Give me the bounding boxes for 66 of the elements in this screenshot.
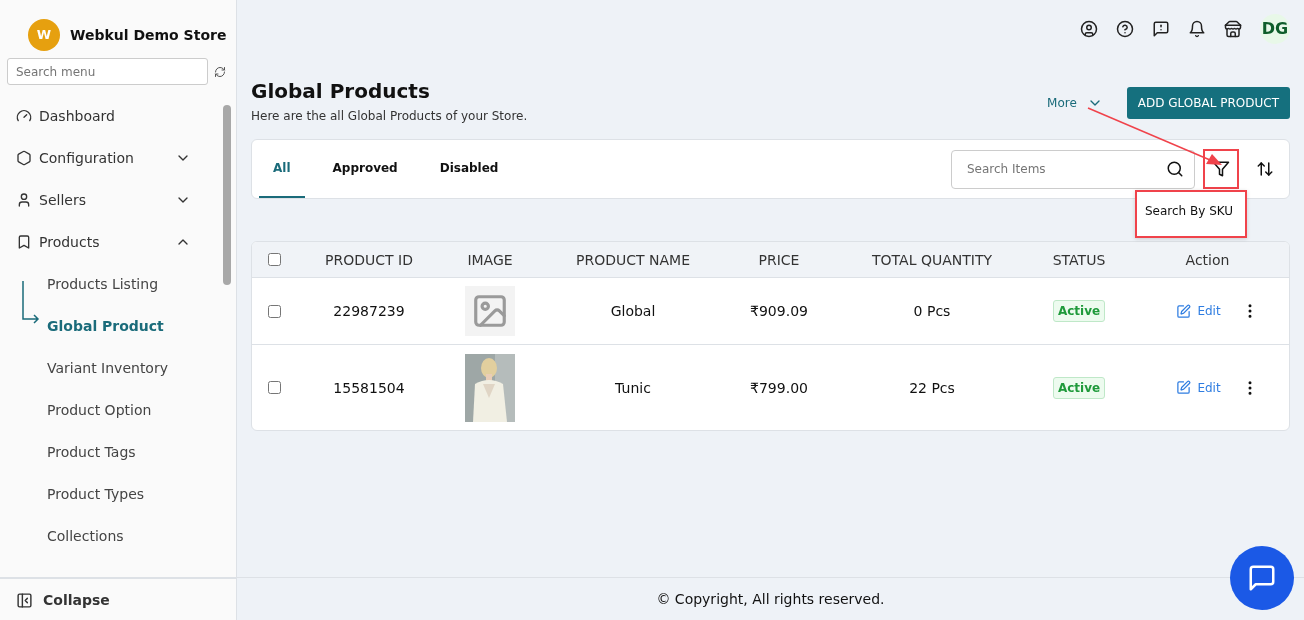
filter-tooltip[interactable]: Search By SKU (1135, 190, 1247, 238)
table-cell-text: Global (609, 303, 657, 319)
column-header: TOTAL QUANTITY (871, 251, 993, 268)
nav-subitem[interactable]: Product Tags (0, 431, 221, 473)
nav-subitem[interactable]: Variant Inventory (0, 347, 221, 389)
add-global-product-button[interactable]: ADD GLOBAL PRODUCT (1126, 87, 1290, 119)
tab[interactable]: All (259, 140, 305, 198)
more-button[interactable]: More (1047, 95, 1103, 111)
store-icon[interactable] (1224, 19, 1242, 38)
column-header: PRICE (757, 251, 801, 268)
image-placeholder-icon (465, 286, 515, 336)
user-avatar[interactable]: DG (1260, 13, 1290, 44)
sort-icon (1256, 160, 1274, 178)
status-badge: Active (1052, 300, 1106, 322)
nav-subitem[interactable]: Product Option (0, 389, 221, 431)
row-checkbox[interactable] (268, 304, 281, 318)
edit-icon (1176, 303, 1192, 319)
user-circle-icon[interactable] (1080, 19, 1098, 38)
nav-subitem[interactable]: Products Listing (0, 263, 221, 305)
bell-icon[interactable] (1188, 19, 1206, 38)
edit-icon (1176, 380, 1192, 395)
row-checkbox[interactable] (268, 381, 281, 394)
copyright-text: © Copyright, All rights reserved. (655, 590, 886, 609)
select-all-checkbox[interactable] (268, 253, 281, 266)
collapse-button[interactable]: Collapse (0, 578, 236, 620)
table-cell-text: Tunic (614, 379, 652, 396)
table-cell-text: 22 Pcs (908, 379, 956, 396)
table-cell-text: ₹909.09 (749, 303, 809, 319)
table-cell-text: ₹799.00 (749, 379, 809, 396)
nav-item[interactable]: Sellers (0, 179, 221, 221)
refresh-icon[interactable] (214, 65, 226, 78)
column-header: STATUS (1051, 251, 1107, 268)
edit-button[interactable]: Edit (1176, 380, 1221, 395)
filter-icon (1212, 160, 1230, 178)
hexagon-icon (16, 150, 32, 166)
column-header: PRODUCT NAME (575, 251, 691, 268)
search-items-field[interactable]: Search Items (951, 149, 1195, 189)
column-header: IMAGE (466, 251, 514, 268)
store-name: Webkul Demo Store (70, 26, 227, 43)
page-subtitle: Here are the all Global Products of your Store. (251, 109, 528, 123)
tab[interactable]: Approved (318, 140, 412, 198)
filter-button[interactable] (1203, 149, 1239, 189)
status-badge: Active (1052, 376, 1106, 399)
edit-button[interactable]: Edit (1176, 303, 1221, 319)
nav-subitem[interactable]: Collections (0, 515, 221, 557)
nav-item[interactable]: Configuration (0, 137, 221, 179)
bookmark-icon (16, 234, 32, 250)
search-icon[interactable] (1166, 160, 1184, 178)
gauge-icon (16, 108, 32, 124)
nav-item[interactable]: Products (0, 221, 221, 263)
search-menu-field[interactable]: Search menu (7, 58, 208, 85)
column-header: Action (1184, 251, 1231, 268)
table-cell-text: 0 Pcs (912, 303, 952, 319)
help-icon[interactable] (1116, 19, 1134, 38)
nav-item[interactable]: Dashboard (0, 95, 221, 137)
table-cell-text: 15581504 (332, 379, 406, 396)
user-icon (16, 192, 32, 208)
store-logo: W (28, 18, 60, 51)
nav-subitem[interactable]: Global Product (0, 305, 221, 347)
column-header: PRODUCT ID (324, 251, 414, 268)
nav-subitem[interactable]: Product Types (0, 473, 221, 515)
table-cell-text: 22987239 (332, 303, 406, 319)
page-title: Global Products (251, 79, 431, 103)
tab[interactable]: Disabled (425, 140, 513, 198)
chat-icon (1247, 563, 1277, 593)
collapse-icon (16, 591, 33, 609)
